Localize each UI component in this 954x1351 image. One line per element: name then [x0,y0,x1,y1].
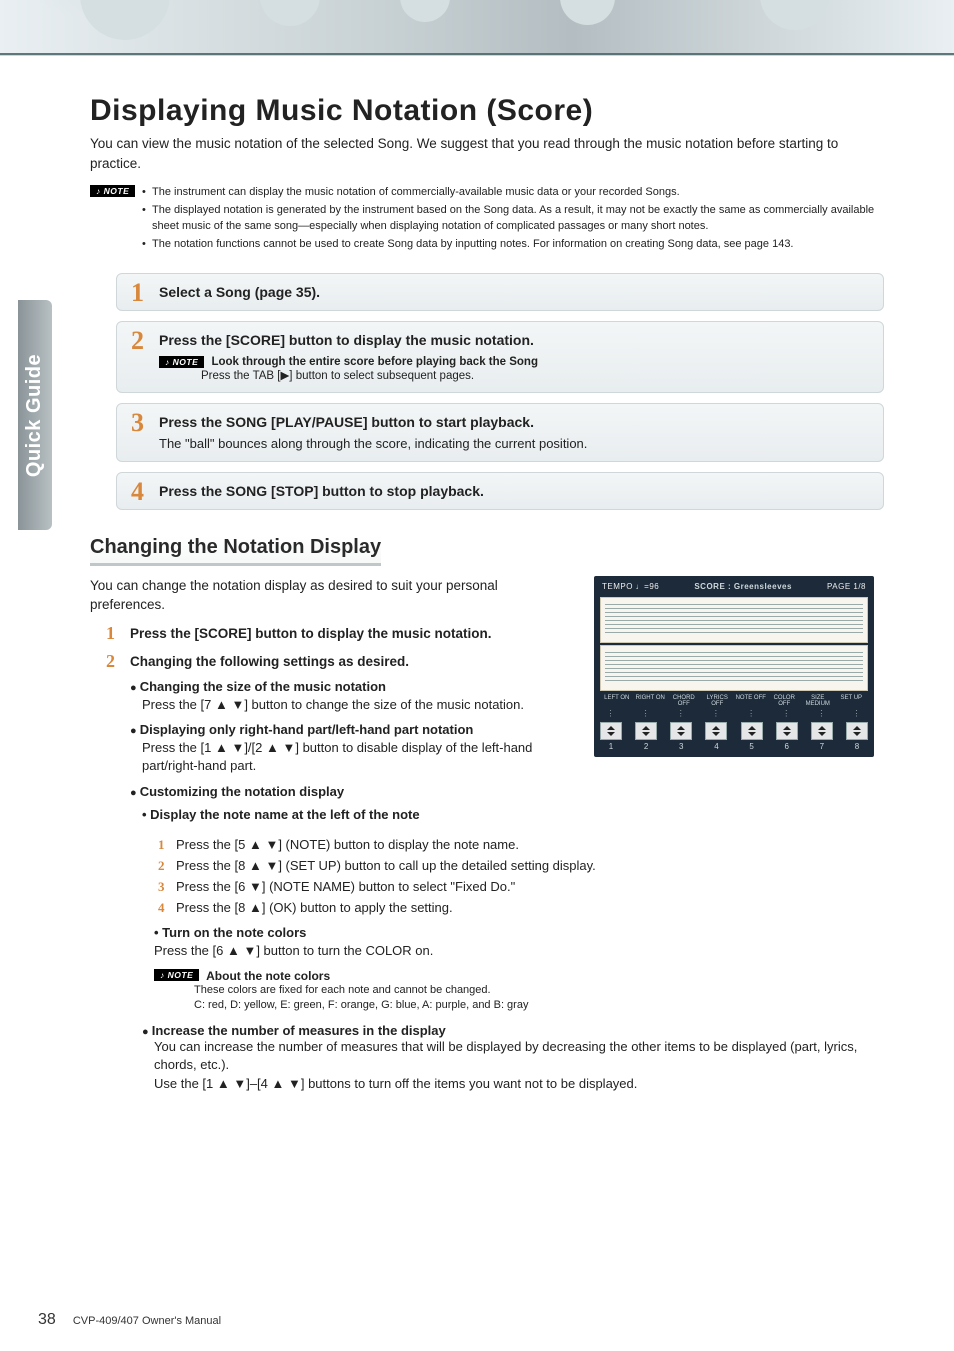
footer-text: CVP-409/407 Owner's Manual [73,1315,221,1327]
score-btn-label: COLOR OFF [768,695,802,707]
step-title: Press the [SCORE] button to display the … [159,332,867,348]
step-1: 1 Select a Song (page 35). [116,273,884,311]
step-title: Press the SONG [PLAY/PAUSE] button to st… [159,414,867,430]
score-btn-label: RIGHT ON [634,695,668,707]
score-btn-num: 2 [635,742,657,751]
bullet-measures-line: Use the [1 ▲ ▼]–[4 ▲ ▼] buttons to turn … [154,1075,884,1093]
note-icon: NOTE [159,356,204,368]
intro-text: You can view the music notation of the s… [90,134,884,173]
step-note-body: Press the TAB [▶] button to select subse… [201,368,867,382]
bullet-measures-line: You can increase the number of measures … [154,1038,884,1074]
ordered-step-number: 2 [106,651,115,672]
about-note-line: These colors are fixed for each note and… [194,983,884,998]
page-number: 38 [38,1311,56,1328]
score-updown-icon [635,722,657,740]
bullet-colors-body: Press the [6 ▲ ▼] button to turn the COL… [154,942,884,960]
section-intro: You can change the notation display as d… [90,576,550,615]
score-updown-icon [741,722,763,740]
score-updown-icon [846,722,868,740]
score-btn-num: 5 [741,742,763,751]
step-4: 4 Press the SONG [STOP] button to stop p… [116,472,884,510]
step-number: 1 [131,278,144,308]
step-3: 3 Press the SONG [PLAY/PAUSE] button to … [116,403,884,462]
step-number: 3 [131,408,144,438]
score-screenshot: TEMPO ♩=96 SCORE : Greensleeves PAGE 1/8… [594,576,874,757]
score-btn-num: 8 [846,742,868,751]
bullet-size-body: Press the [7 ▲ ▼] button to change the s… [142,696,576,714]
inner-step: Press the [5 ▲ ▼] (NOTE) button to displ… [176,837,519,852]
score-btn-num: 7 [811,742,833,751]
score-btn-label: SET UP [835,695,869,707]
top-note-block: NOTE The instrument can display the musi… [90,185,884,255]
score-page-indicator: PAGE 1/8 [827,582,866,591]
bullet-lr-title: Displaying only right-hand part/left-han… [130,722,576,737]
top-note-item: The notation functions cannot be used to… [142,237,884,253]
bullet-note-name-title: Display the note name at the left of the… [142,807,576,822]
score-btn-num: 3 [670,742,692,751]
score-btn-label: LYRICS OFF [701,695,735,707]
step-number: 2 [131,326,144,356]
ordered-step-text: Changing the following settings as desir… [130,654,409,669]
inner-step: Press the [8 ▲] (OK) button to apply the… [176,900,453,915]
score-btn-label: NOTE OFF [734,695,768,707]
score-btn-num: 1 [600,742,622,751]
step-title: Select a Song (page 35). [159,284,867,300]
ordered-step-text: Press the [SCORE] button to display the … [130,626,492,641]
score-updown-icon [600,722,622,740]
top-note-item: The displayed notation is generated by t… [142,203,884,235]
score-btn-num: 6 [776,742,798,751]
score-title: SCORE : Greensleeves [694,582,792,591]
step-number: 4 [131,477,144,507]
score-button-row [600,722,868,740]
step-subtext: The "ball" bounces along through the sco… [159,436,867,451]
decorative-header-art [0,0,954,56]
score-updown-icon [670,722,692,740]
score-btn-label: CHORD OFF [667,695,701,707]
bullet-colors-title: Turn on the note colors [154,925,884,940]
score-tempo: TEMPO ♩=96 [602,582,659,591]
score-btn-label: LEFT ON [600,695,634,707]
note-icon: NOTE [90,185,135,197]
page-title: Displaying Music Notation (Score) [90,94,884,128]
score-btn-num: 4 [705,742,727,751]
bullet-custom-title: Customizing the notation display [130,784,576,799]
score-updown-icon [811,722,833,740]
score-updown-icon [705,722,727,740]
step-2: 2 Press the [SCORE] button to display th… [116,321,884,393]
note-icon: NOTE [154,969,199,981]
section-heading: Changing the Notation Display [90,536,381,566]
about-note-line: C: red, D: yellow, E: green, F: orange, … [194,998,884,1013]
page-footer: 38 CVP-409/407 Owner's Manual [38,1311,221,1329]
ordered-step-number: 1 [106,623,115,644]
about-note-title: About the note colors [206,969,330,983]
bullet-size-title: Changing the size of the music notation [130,679,576,694]
inner-step: Press the [8 ▲ ▼] (SET UP) button to cal… [176,858,596,873]
bullet-lr-body: Press the [1 ▲ ▼]/[2 ▲ ▼] button to disa… [142,739,576,775]
top-note-item: The instrument can display the music not… [142,185,884,201]
score-btn-label: SIZE MEDIUM [801,695,835,707]
step-note-bold: Look through the entire score before pla… [211,356,538,368]
score-staff-row [600,645,868,691]
bullet-measures-title: Increase the number of measures in the d… [142,1023,884,1038]
score-button-labels: LEFT ON RIGHT ON CHORD OFF LYRICS OFF NO… [600,695,868,707]
score-updown-icon [776,722,798,740]
step-title: Press the SONG [STOP] button to stop pla… [159,483,867,499]
inner-step: Press the [6 ▼] (NOTE NAME) button to se… [176,879,515,894]
score-staff-row [600,597,868,643]
